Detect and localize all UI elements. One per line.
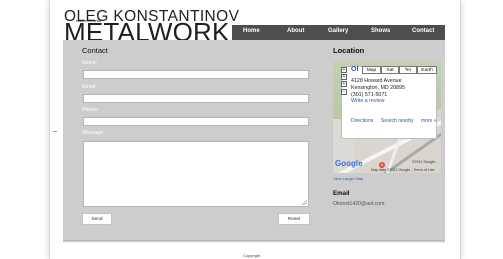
more-link[interactable]: more » xyxy=(421,118,437,124)
google-logo: Google xyxy=(335,159,363,168)
resize-grip-icon[interactable] xyxy=(302,200,307,205)
address-line2: Kensington, MD 20895 xyxy=(351,85,405,91)
nav-gallery[interactable]: Gallery xyxy=(328,28,348,34)
map-type-earth[interactable]: Earth xyxy=(417,66,437,74)
reset-button[interactable]: Reset xyxy=(278,213,310,225)
zoom-out-icon[interactable]: − xyxy=(341,89,347,95)
main-nav: Home About Gallery Shows Contact xyxy=(232,25,445,40)
map-type-map[interactable]: Map xyxy=(362,66,381,74)
phone-input[interactable] xyxy=(83,117,309,126)
email-input[interactable] xyxy=(83,94,309,103)
brand-tagline: blacksmith artist xyxy=(76,19,102,23)
name-label: Name: xyxy=(82,60,98,66)
map-data-terms[interactable]: Map data ©2012 Google - Terms of Use xyxy=(371,168,435,172)
nav-about[interactable]: About xyxy=(287,28,304,34)
nav-home[interactable]: Home xyxy=(243,28,260,34)
email-label: Email: xyxy=(82,84,97,90)
page-edge-mark xyxy=(53,131,57,134)
contact-heading: Contact xyxy=(82,46,108,55)
write-review-link[interactable]: Write a review xyxy=(351,98,384,104)
email-heading: Email xyxy=(333,190,350,197)
pan-left-icon[interactable]: + xyxy=(341,74,347,80)
zoom-in-icon[interactable]: + xyxy=(341,81,347,87)
pan-up-icon[interactable]: + xyxy=(341,67,347,73)
email-address[interactable]: Okonst1420@aol.com xyxy=(333,201,384,207)
search-nearby-link[interactable]: Search nearby xyxy=(381,118,414,124)
directions-link[interactable]: Directions xyxy=(351,118,373,124)
map-place-title[interactable]: Ol xyxy=(351,66,358,73)
map-type-sat[interactable]: Sat xyxy=(381,66,399,74)
content-shadow xyxy=(63,240,445,243)
map-type-ter[interactable]: Ter xyxy=(399,66,417,74)
phone-label: Phone: xyxy=(82,107,99,113)
location-heading: Location xyxy=(333,46,365,55)
nav-shows[interactable]: Shows xyxy=(371,28,390,34)
message-label: Message: xyxy=(82,130,105,136)
name-input[interactable] xyxy=(83,70,309,79)
nav-contact[interactable]: Contact xyxy=(412,28,434,34)
view-larger-map-link[interactable]: View Larger Map xyxy=(333,176,363,181)
address-line1: 4128 Howard Avenue xyxy=(351,78,402,84)
send-button[interactable]: Send xyxy=(82,213,112,225)
footer-copyright: Copyright xyxy=(242,253,261,258)
message-textarea[interactable] xyxy=(83,141,309,207)
map-copyright: ©2012 Google - xyxy=(412,160,438,164)
